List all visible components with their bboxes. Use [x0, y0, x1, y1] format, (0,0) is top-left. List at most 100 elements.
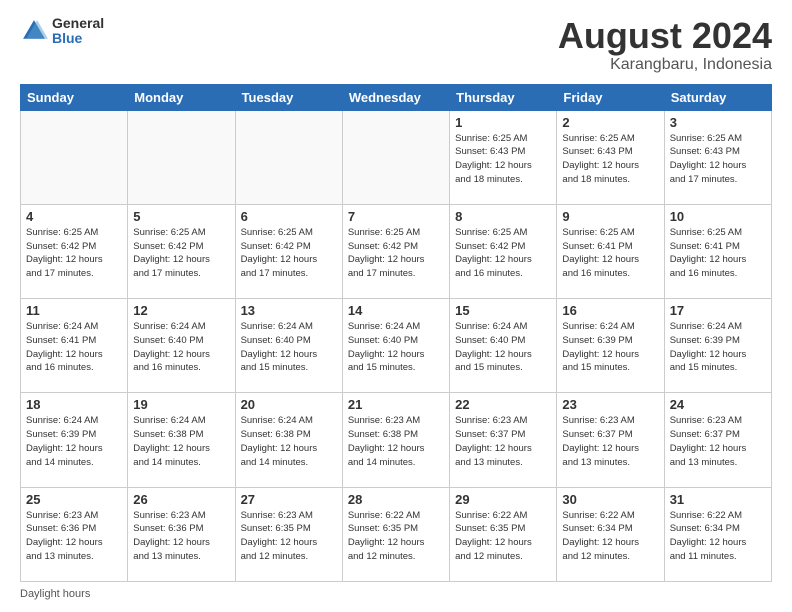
calendar-cell: 10 Sunrise: 6:25 AM Sunset: 6:41 PM Dayli…: [664, 204, 771, 298]
day-number: 14: [348, 303, 444, 318]
day-number: 28: [348, 492, 444, 507]
day-number: 26: [133, 492, 229, 507]
day-number: 7: [348, 209, 444, 224]
calendar-cell: 2 Sunrise: 6:25 AM Sunset: 6:43 PM Daylig…: [557, 110, 664, 204]
day-number: 12: [133, 303, 229, 318]
calendar-week-row: 4 Sunrise: 6:25 AM Sunset: 6:42 PM Daylig…: [21, 204, 772, 298]
day-number: 29: [455, 492, 551, 507]
calendar-cell: 17 Sunrise: 6:24 AM Sunset: 6:39 PM Dayli…: [664, 299, 771, 393]
day-info: Sunrise: 6:23 AM Sunset: 6:37 PM Dayligh…: [455, 414, 551, 469]
day-number: 6: [241, 209, 337, 224]
day-info: Sunrise: 6:25 AM Sunset: 6:43 PM Dayligh…: [455, 132, 551, 187]
day-number: 17: [670, 303, 766, 318]
logo-text: General Blue: [52, 16, 104, 47]
day-info: Sunrise: 6:25 AM Sunset: 6:42 PM Dayligh…: [133, 226, 229, 281]
day-number: 20: [241, 397, 337, 412]
calendar-cell: 22 Sunrise: 6:23 AM Sunset: 6:37 PM Dayli…: [450, 393, 557, 487]
day-number: 18: [26, 397, 122, 412]
calendar-cell: 31Sunrise: 6:22 AM Sunset: 6:34 PM Dayli…: [664, 487, 771, 581]
calendar-week-row: 11 Sunrise: 6:24 AM Sunset: 6:41 PM Dayli…: [21, 299, 772, 393]
day-info: Sunrise: 6:24 AM Sunset: 6:40 PM Dayligh…: [348, 320, 444, 375]
calendar-day-header: Wednesday: [342, 84, 449, 110]
day-info: Sunrise: 6:24 AM Sunset: 6:40 PM Dayligh…: [455, 320, 551, 375]
day-info: Sunrise: 6:24 AM Sunset: 6:38 PM Dayligh…: [241, 414, 337, 469]
main-title: August 2024: [558, 16, 772, 56]
day-info: Sunrise: 6:22 AM Sunset: 6:34 PM Dayligh…: [670, 509, 766, 564]
day-info: Sunrise: 6:24 AM Sunset: 6:40 PM Dayligh…: [241, 320, 337, 375]
calendar-cell: 30Sunrise: 6:22 AM Sunset: 6:34 PM Dayli…: [557, 487, 664, 581]
calendar-cell: 16Sunrise: 6:24 AM Sunset: 6:39 PM Dayli…: [557, 299, 664, 393]
calendar-cell: 28 Sunrise: 6:22 AM Sunset: 6:35 PM Dayli…: [342, 487, 449, 581]
day-info: Sunrise: 6:24 AM Sunset: 6:39 PM Dayligh…: [562, 320, 658, 375]
calendar-cell: 21Sunrise: 6:23 AM Sunset: 6:38 PM Dayli…: [342, 393, 449, 487]
day-number: 27: [241, 492, 337, 507]
day-info: Sunrise: 6:24 AM Sunset: 6:39 PM Dayligh…: [670, 320, 766, 375]
day-info: Sunrise: 6:23 AM Sunset: 6:35 PM Dayligh…: [241, 509, 337, 564]
day-number: 1: [455, 115, 551, 130]
calendar-body: 1 Sunrise: 6:25 AM Sunset: 6:43 PM Daylig…: [21, 110, 772, 581]
day-info: Sunrise: 6:25 AM Sunset: 6:41 PM Dayligh…: [562, 226, 658, 281]
day-number: 10: [670, 209, 766, 224]
day-number: 4: [26, 209, 122, 224]
calendar-header-row: SundayMondayTuesdayWednesdayThursdayFrid…: [21, 84, 772, 110]
calendar-week-row: 1 Sunrise: 6:25 AM Sunset: 6:43 PM Daylig…: [21, 110, 772, 204]
calendar-cell: [342, 110, 449, 204]
calendar-cell: 25 Sunrise: 6:23 AM Sunset: 6:36 PM Dayli…: [21, 487, 128, 581]
day-number: 13: [241, 303, 337, 318]
calendar-cell: [21, 110, 128, 204]
day-info: Sunrise: 6:25 AM Sunset: 6:42 PM Dayligh…: [26, 226, 122, 281]
day-number: 2: [562, 115, 658, 130]
calendar-day-header: Monday: [128, 84, 235, 110]
day-info: Sunrise: 6:25 AM Sunset: 6:43 PM Dayligh…: [562, 132, 658, 187]
day-number: 23: [562, 397, 658, 412]
calendar-cell: 19Sunrise: 6:24 AM Sunset: 6:38 PM Dayli…: [128, 393, 235, 487]
day-info: Sunrise: 6:25 AM Sunset: 6:42 PM Dayligh…: [241, 226, 337, 281]
day-number: 3: [670, 115, 766, 130]
calendar-cell: 20 Sunrise: 6:24 AM Sunset: 6:38 PM Dayli…: [235, 393, 342, 487]
calendar-cell: 23 Sunrise: 6:23 AM Sunset: 6:37 PM Dayli…: [557, 393, 664, 487]
day-number: 11: [26, 303, 122, 318]
footer-note: Daylight hours: [20, 588, 772, 600]
calendar-cell: 3 Sunrise: 6:25 AM Sunset: 6:43 PM Daylig…: [664, 110, 771, 204]
day-info: Sunrise: 6:25 AM Sunset: 6:41 PM Dayligh…: [670, 226, 766, 281]
subtitle: Karangbaru, Indonesia: [558, 56, 772, 74]
day-number: 15: [455, 303, 551, 318]
logo-icon: [20, 17, 48, 45]
calendar-day-header: Saturday: [664, 84, 771, 110]
calendar-cell: 11 Sunrise: 6:24 AM Sunset: 6:41 PM Dayli…: [21, 299, 128, 393]
day-number: 9: [562, 209, 658, 224]
day-info: Sunrise: 6:25 AM Sunset: 6:43 PM Dayligh…: [670, 132, 766, 187]
day-info: Sunrise: 6:23 AM Sunset: 6:36 PM Dayligh…: [26, 509, 122, 564]
calendar-day-header: Sunday: [21, 84, 128, 110]
calendar-cell: [235, 110, 342, 204]
calendar-week-row: 25 Sunrise: 6:23 AM Sunset: 6:36 PM Dayli…: [21, 487, 772, 581]
calendar-week-row: 18 Sunrise: 6:24 AM Sunset: 6:39 PM Dayli…: [21, 393, 772, 487]
day-info: Sunrise: 6:24 AM Sunset: 6:39 PM Dayligh…: [26, 414, 122, 469]
calendar-cell: 9 Sunrise: 6:25 AM Sunset: 6:41 PM Daylig…: [557, 204, 664, 298]
day-number: 21: [348, 397, 444, 412]
logo-line2: Blue: [52, 31, 104, 46]
calendar-cell: 14 Sunrise: 6:24 AM Sunset: 6:40 PM Dayli…: [342, 299, 449, 393]
day-number: 19: [133, 397, 229, 412]
calendar-cell: 26Sunrise: 6:23 AM Sunset: 6:36 PM Dayli…: [128, 487, 235, 581]
calendar-day-header: Tuesday: [235, 84, 342, 110]
calendar-cell: 29 Sunrise: 6:22 AM Sunset: 6:35 PM Dayli…: [450, 487, 557, 581]
day-number: 22: [455, 397, 551, 412]
day-number: 5: [133, 209, 229, 224]
calendar-table: SundayMondayTuesdayWednesdayThursdayFrid…: [20, 84, 772, 582]
day-number: 25: [26, 492, 122, 507]
day-info: Sunrise: 6:25 AM Sunset: 6:42 PM Dayligh…: [455, 226, 551, 281]
day-number: 30: [562, 492, 658, 507]
day-info: Sunrise: 6:22 AM Sunset: 6:35 PM Dayligh…: [348, 509, 444, 564]
day-number: 8: [455, 209, 551, 224]
day-info: Sunrise: 6:24 AM Sunset: 6:41 PM Dayligh…: [26, 320, 122, 375]
calendar-cell: 18 Sunrise: 6:24 AM Sunset: 6:39 PM Dayli…: [21, 393, 128, 487]
day-info: Sunrise: 6:22 AM Sunset: 6:35 PM Dayligh…: [455, 509, 551, 564]
title-section: August 2024 Karangbaru, Indonesia: [558, 16, 772, 74]
day-info: Sunrise: 6:23 AM Sunset: 6:37 PM Dayligh…: [562, 414, 658, 469]
day-info: Sunrise: 6:25 AM Sunset: 6:42 PM Dayligh…: [348, 226, 444, 281]
day-info: Sunrise: 6:23 AM Sunset: 6:37 PM Dayligh…: [670, 414, 766, 469]
calendar-cell: 8 Sunrise: 6:25 AM Sunset: 6:42 PM Daylig…: [450, 204, 557, 298]
logo: General Blue: [20, 16, 104, 47]
day-number: 24: [670, 397, 766, 412]
